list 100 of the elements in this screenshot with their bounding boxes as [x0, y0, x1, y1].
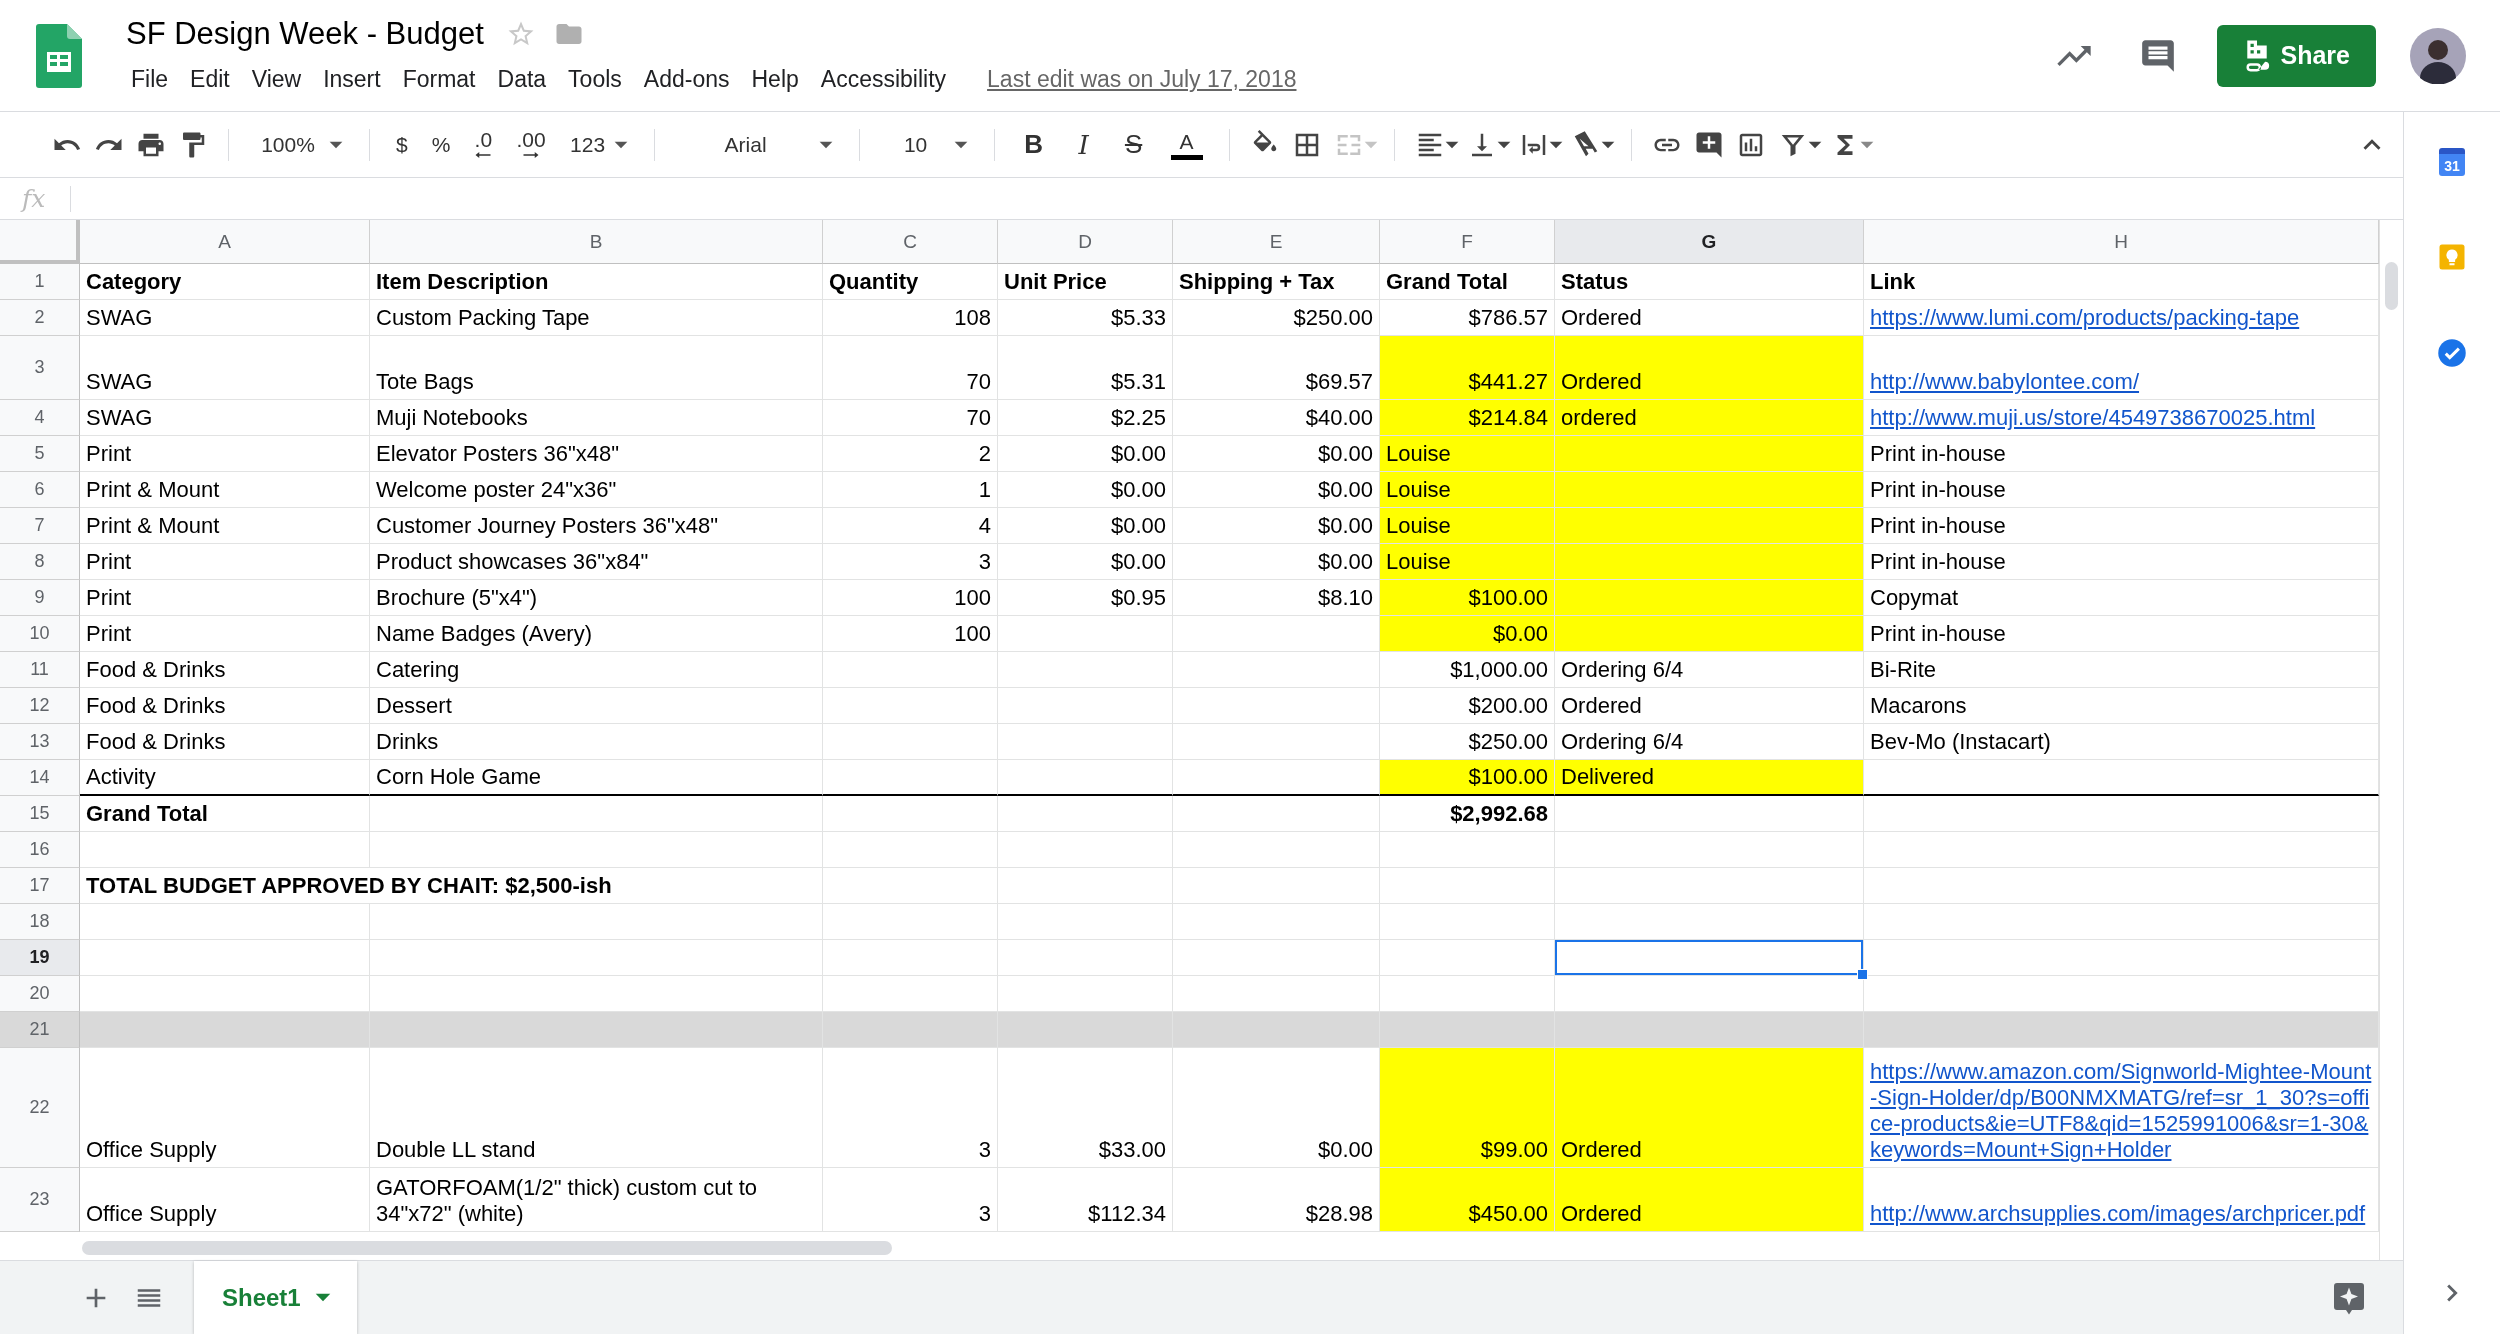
row-header[interactable]: 23 [0, 1168, 80, 1232]
table-cell: 4 [823, 508, 998, 544]
text-color-button[interactable]: A [1162, 123, 1211, 166]
column-header[interactable]: F [1380, 220, 1555, 264]
fill-handle[interactable] [1857, 969, 1868, 980]
menu-item[interactable]: File [122, 64, 178, 95]
row-header[interactable]: 10 [0, 616, 80, 652]
sheets-logo-icon[interactable] [36, 23, 82, 88]
table-cell: Item Description [370, 264, 823, 300]
column-header[interactable]: H [1864, 220, 2379, 264]
row-header[interactable]: 11 [0, 652, 80, 688]
row-header[interactable]: 7 [0, 508, 80, 544]
menu-item[interactable]: Format [393, 64, 485, 95]
calendar-icon[interactable]: 31 [2439, 148, 2465, 176]
column-header[interactable]: G [1555, 220, 1864, 264]
link[interactable]: https://www.lumi.com/products/packing-tape [1870, 305, 2300, 331]
sheet-tab[interactable]: Sheet1 [194, 1261, 357, 1334]
caret-icon[interactable] [1548, 140, 1563, 149]
menu-item[interactable]: Accessibility [811, 64, 956, 95]
caret-icon[interactable] [1600, 140, 1615, 149]
row-header[interactable]: 6 [0, 472, 80, 508]
table-cell: $200.00 [1380, 688, 1555, 724]
table-cell: Custom Packing Tape [370, 300, 823, 336]
increase-decimals-button[interactable]: .00 [508, 123, 554, 166]
caret-icon[interactable] [1496, 140, 1511, 149]
table-cell: Bev-Mo (Instacart) [1864, 724, 2379, 760]
table-cell: Office Supply [80, 1048, 370, 1168]
currency-format-button[interactable]: $ [388, 123, 416, 166]
table-cell: Food & Drinks [80, 724, 370, 760]
bold-button[interactable]: B [1012, 123, 1055, 166]
table-cell: Muji Notebooks [370, 400, 823, 436]
column-header[interactable]: D [998, 220, 1173, 264]
row-header[interactable]: 16 [0, 832, 80, 868]
caret-icon[interactable] [1444, 140, 1459, 149]
table-cell: Shipping + Tax [1173, 264, 1380, 300]
table-cell: 100 [823, 580, 998, 616]
row-header[interactable]: 1 [0, 264, 80, 300]
table-cell: $5.31 [998, 336, 1173, 400]
menu-item[interactable]: View [242, 64, 311, 95]
menu-item[interactable]: Edit [181, 64, 239, 95]
link[interactable]: http://www.archsupplies.com/images/archpricer.pdf [1870, 1201, 2366, 1227]
row-header[interactable]: 14 [0, 760, 80, 796]
row-header[interactable]: 19 [0, 940, 80, 976]
column-header[interactable]: E [1173, 220, 1380, 264]
decrease-decimals-button[interactable]: .0 [466, 123, 501, 166]
table-cell: Ordered [1555, 688, 1864, 724]
table-cell: Grand Total [80, 796, 370, 832]
share-button[interactable]: Share [2216, 24, 2376, 87]
link[interactable]: http://www.babylontee.com/ [1870, 369, 2140, 395]
row-header[interactable]: 4 [0, 400, 80, 436]
font-dropdown[interactable]: Arial [672, 123, 841, 166]
table-cell: Brochure (5"x4") [370, 580, 823, 616]
row-header[interactable]: 12 [0, 688, 80, 724]
table-cell: Bi-Rite [1864, 652, 2379, 688]
table-cell: $250.00 [1173, 300, 1380, 336]
column-header[interactable]: C [823, 220, 998, 264]
table-cell: 2 [823, 436, 998, 472]
more-formats-dropdown[interactable]: 123 [561, 123, 636, 166]
tasks-check-icon[interactable] [2437, 338, 2467, 368]
row-header[interactable]: 5 [0, 436, 80, 472]
table-cell: $1,000.00 [1380, 652, 1555, 688]
table-cell: $33.00 [998, 1048, 1173, 1168]
table-cell: Delivered [1555, 760, 1864, 796]
table-cell: Customer Journey Posters 36"x48" [370, 508, 823, 544]
row-header[interactable]: 21 [0, 1012, 80, 1048]
column-header[interactable]: B [370, 220, 823, 264]
row-header[interactable]: 20 [0, 976, 80, 1012]
caret-icon[interactable] [1807, 140, 1822, 149]
table-cell: $214.84 [1380, 400, 1555, 436]
table-cell: 108 [823, 300, 998, 336]
menu-item[interactable]: Help [742, 64, 808, 95]
table-cell: 3 [823, 544, 998, 580]
last-edit-link[interactable]: Last edit was on July 17, 2018 [987, 66, 1297, 93]
row-header[interactable]: 13 [0, 724, 80, 760]
percent-format-button[interactable]: % [423, 123, 459, 166]
row-header[interactable]: 8 [0, 544, 80, 580]
row-header[interactable]: 22 [0, 1048, 80, 1168]
menu-item[interactable]: Tools [559, 64, 631, 95]
row-header[interactable]: 2 [0, 300, 80, 336]
link[interactable]: https://www.amazon.com/Signworld-Mightee-Mount-Sign-Holder/dp/B00NMXMATG/ref=sr_1_30?s=office-products&ie=UTF8&qid=1525991006&sr=1-30&keywords=Mount+Sign+Holder [1870, 1059, 2372, 1163]
table-cell: $0.00 [998, 544, 1173, 580]
table-cell: Print & Mount [80, 508, 370, 544]
menu-item[interactable]: Data [488, 64, 556, 95]
table-cell: Elevator Posters 36"x48" [370, 436, 823, 472]
row-header[interactable]: 18 [0, 904, 80, 940]
italic-button[interactable]: I [1062, 123, 1105, 166]
avatar[interactable] [2410, 27, 2466, 84]
row-header[interactable]: 15 [0, 796, 80, 832]
row-header[interactable]: 3 [0, 336, 80, 400]
column-header[interactable]: A [80, 220, 370, 264]
document-title[interactable]: SF Design Week - Budget [122, 15, 488, 52]
zoom-dropdown[interactable]: 100% [247, 123, 351, 166]
menu-item[interactable]: Add-ons [634, 64, 739, 95]
strikethrough-button[interactable]: S [1112, 123, 1155, 166]
row-header[interactable]: 17 [0, 868, 80, 904]
link[interactable]: http://www.muji.us/store/4549738670025.html [1870, 405, 2316, 431]
menu-item[interactable]: Insert [314, 64, 390, 95]
table-cell: Louise [1380, 544, 1555, 580]
row-header[interactable]: 9 [0, 580, 80, 616]
font-size-dropdown[interactable]: 10 [877, 123, 976, 166]
